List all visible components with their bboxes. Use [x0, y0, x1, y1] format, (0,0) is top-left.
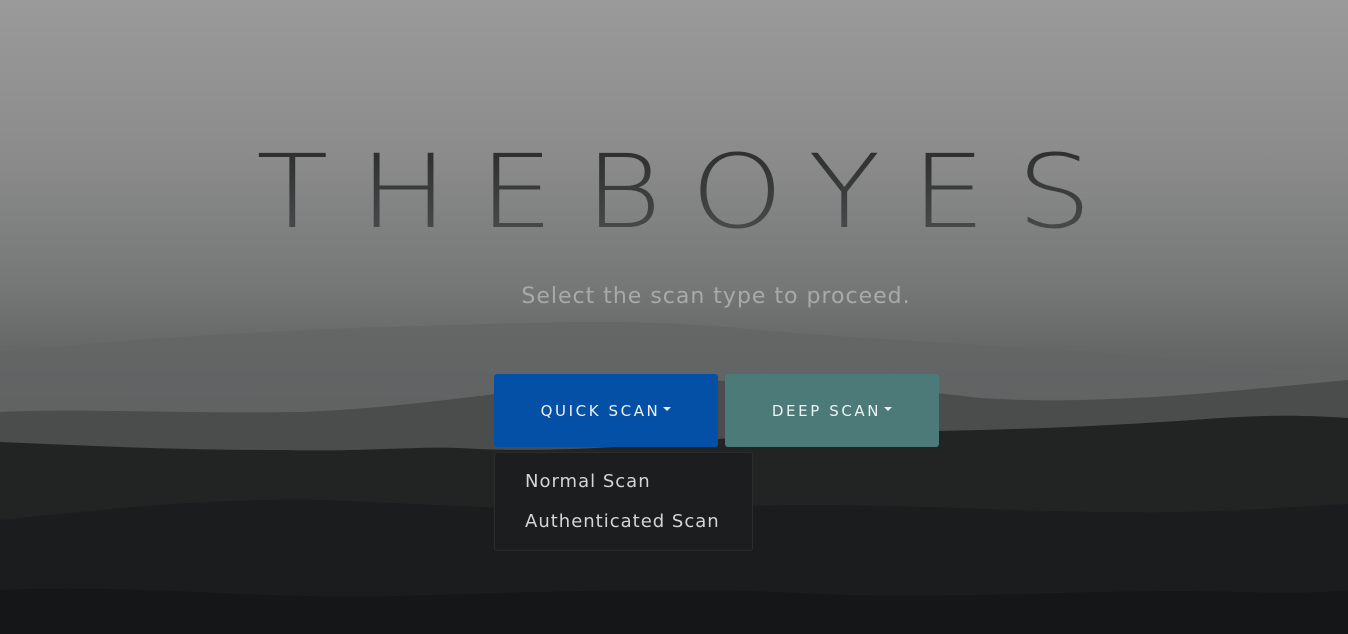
- app-title: THEBOYES: [0, 136, 1348, 248]
- menu-item-authenticated-scan[interactable]: Authenticated Scan: [495, 507, 752, 547]
- caret-down-icon: [663, 407, 672, 411]
- deep-scan-dropdown-button[interactable]: DEEP SCAN: [725, 374, 939, 447]
- menu-item-normal-scan[interactable]: Normal Scan: [495, 467, 752, 507]
- caret-down-icon: [884, 407, 893, 411]
- page-subtitle: Select the scan type to proceed.: [521, 284, 911, 309]
- quick-scan-dropdown-menu: Normal Scan Authenticated Scan: [494, 452, 753, 551]
- quick-scan-dropdown-button[interactable]: QUICK SCAN: [494, 374, 718, 447]
- quick-scan-label: QUICK SCAN: [540, 401, 661, 420]
- deep-scan-label: DEEP SCAN: [771, 401, 882, 420]
- landing-page: THEBOYES Select the scan type to proceed…: [0, 0, 1348, 634]
